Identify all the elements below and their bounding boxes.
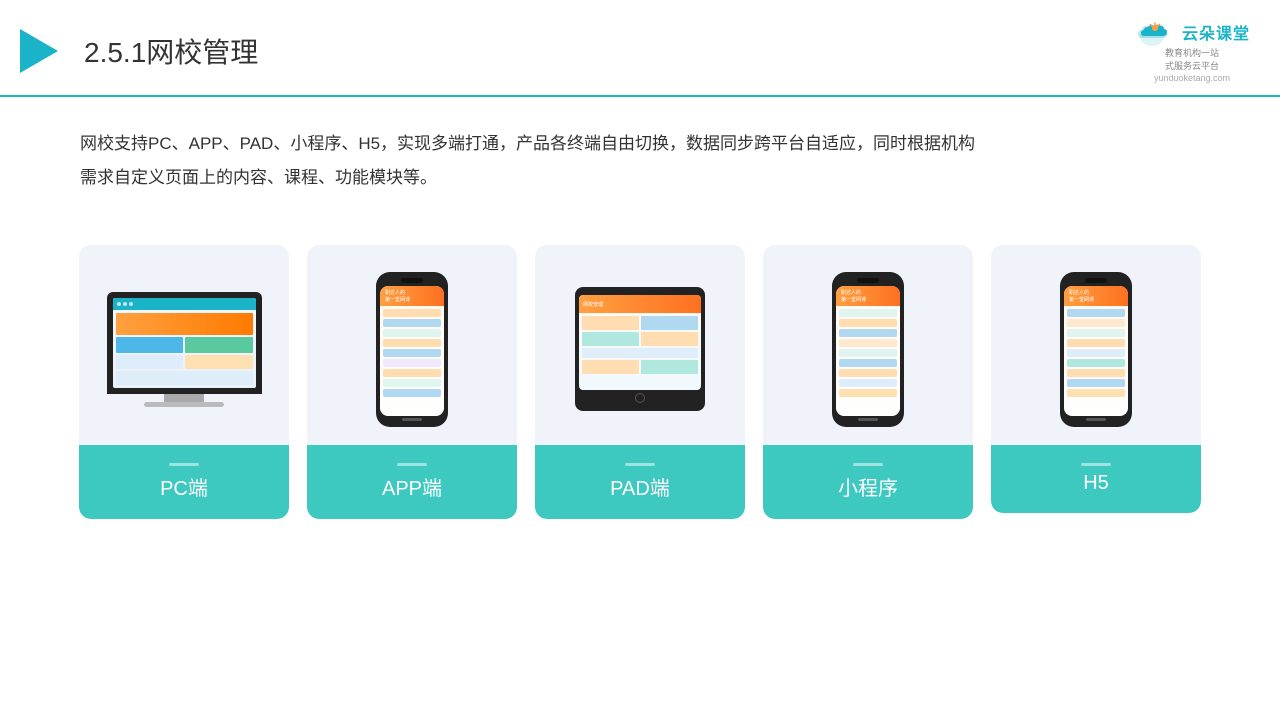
phone-mockup-h5: 职达人的第一堂网课 [1060, 272, 1132, 427]
logo-subtitle: 教育机构一站 式服务云平台 [1165, 47, 1219, 72]
card-miniprogram-image: 职达人的第一堂网课 [763, 245, 973, 445]
card-pc-image [79, 245, 289, 445]
logo-text: 云朵课堂 [1182, 20, 1250, 44]
phone-mockup-app: 职达人的第一堂网课 [376, 272, 448, 427]
title-main: 网校管理 [146, 37, 258, 68]
description-block: 网校支持PC、APP、PAD、小程序、H5，实现多端打通，产品各终端自由切换，数… [0, 97, 1280, 205]
page-title: 2.5.1网校管理 [84, 31, 258, 71]
title-number: 2.5.1 [84, 37, 146, 68]
cards-container: PC端 职达人的第一堂网课 [0, 215, 1280, 519]
header: 2.5.1网校管理 云朵课堂 教育机构一站 式服务云平台 yunduoketan… [0, 0, 1280, 97]
header-left: 2.5.1网校管理 [20, 29, 258, 73]
card-app: 职达人的第一堂网课 [307, 245, 517, 519]
logo-cloud: 云朵课堂 [1134, 18, 1250, 46]
card-miniprogram: 职达人的第一堂网课 [763, 245, 973, 519]
pc-mockup [107, 292, 262, 407]
card-pad: 网校管理 [535, 245, 745, 519]
cloud-icon [1134, 18, 1176, 46]
card-pc: PC端 [79, 245, 289, 519]
card-app-image: 职达人的第一堂网课 [307, 245, 517, 445]
card-app-label: APP端 [307, 445, 517, 519]
card-pad-image: 网校管理 [535, 245, 745, 445]
play-icon [20, 29, 58, 73]
card-pc-label: PC端 [79, 445, 289, 519]
description-line2: 需求自定义页面上的内容、课程、功能模块等。 [80, 161, 1200, 195]
tablet-mockup: 网校管理 [575, 287, 705, 411]
card-h5-label: H5 [991, 445, 1201, 513]
card-miniprogram-label: 小程序 [763, 445, 973, 519]
card-h5: 职达人的第一堂网课 [991, 245, 1201, 513]
description-line1: 网校支持PC、APP、PAD、小程序、H5，实现多端打通，产品各终端自由切换，数… [80, 127, 1200, 161]
phone-mockup-mini: 职达人的第一堂网课 [832, 272, 904, 427]
logo-area: 云朵课堂 教育机构一站 式服务云平台 yunduoketang.com [1134, 18, 1250, 83]
logo-url: yunduoketang.com [1154, 73, 1230, 83]
card-h5-image: 职达人的第一堂网课 [991, 245, 1201, 445]
card-pad-label: PAD端 [535, 445, 745, 519]
